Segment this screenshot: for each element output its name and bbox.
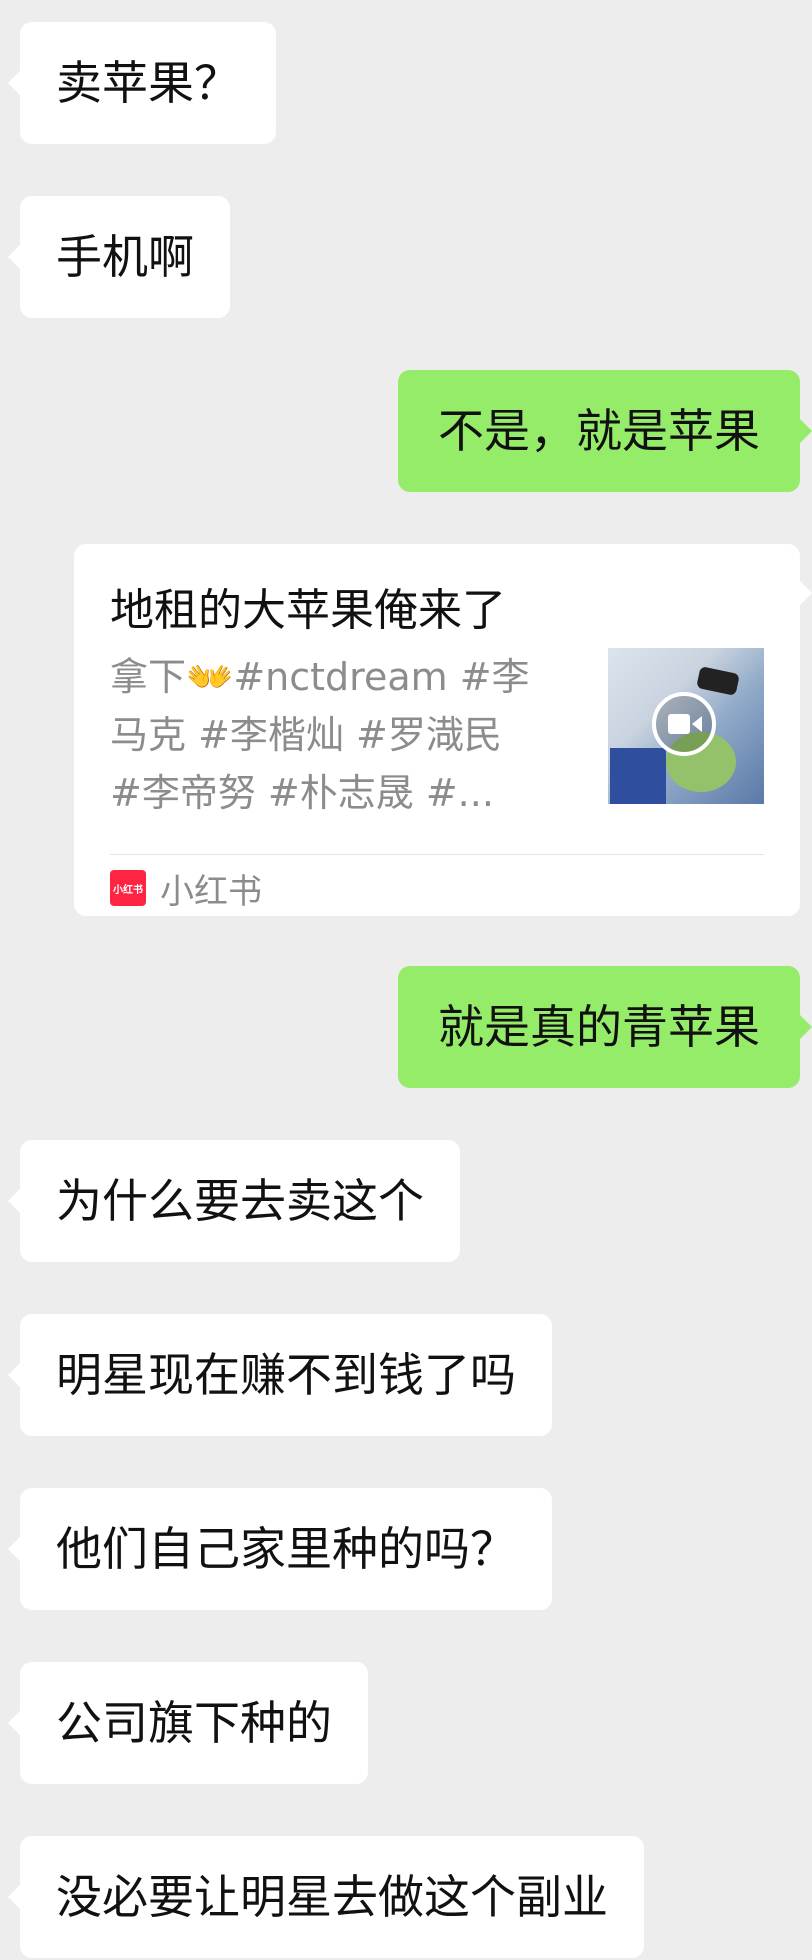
message-text: 公司旗下种的 — [56, 1696, 332, 1750]
message-text: 手机啊 — [56, 230, 194, 284]
message-bubble-incoming[interactable]: 他们自己家里种的吗？ — [8, 1488, 552, 1610]
card-title: 地租的大苹果俺来了 — [110, 585, 506, 636]
message-text: 没必要让明星去做这个副业 — [56, 1870, 608, 1924]
message-text: 明星现在赚不到钱了吗 — [56, 1348, 516, 1402]
message-text: 不是，就是苹果 — [438, 404, 760, 458]
message-bubble-outgoing[interactable]: 不是，就是苹果 — [398, 370, 812, 492]
package-shape — [610, 748, 666, 804]
message-text: 卖苹果？ — [56, 56, 240, 110]
message-bubble-incoming[interactable]: 没必要让明星去做这个副业 — [8, 1836, 644, 1958]
xiaohongshu-logo-icon: 小红书 — [110, 870, 146, 906]
message-bubble-incoming[interactable]: 明星现在赚不到钱了吗 — [8, 1314, 552, 1436]
message-text: 为什么要去卖这个 — [56, 1174, 424, 1228]
video-thumbnail[interactable] — [608, 648, 764, 804]
message-text: 就是真的青苹果 — [438, 1000, 760, 1054]
message-bubble-incoming[interactable]: 卖苹果？ — [8, 22, 276, 144]
card-divider — [110, 854, 764, 855]
video-camera-icon — [652, 692, 716, 756]
card-description: 拿下👐#nctdream #李 马克 #李楷灿 #罗渽民 #李帝努 #朴志晟 #… — [110, 648, 570, 822]
card-description-line: 马克 #李楷灿 #罗渽民 — [110, 713, 502, 757]
message-bubble-incoming[interactable]: 公司旗下种的 — [8, 1662, 368, 1784]
card-description-line: 拿下👐#nctdream #李 — [110, 655, 530, 699]
source-name: 小红书 — [160, 871, 262, 912]
message-bubble-incoming[interactable]: 为什么要去卖这个 — [8, 1140, 460, 1262]
card-description-line: #李帝努 #朴志晟 #... — [110, 771, 494, 815]
message-bubble-incoming[interactable]: 手机啊 — [8, 196, 230, 318]
message-text: 他们自己家里种的吗？ — [56, 1522, 516, 1576]
card-source: 小红书 小红书 — [110, 866, 262, 912]
shared-link-card[interactable]: 地租的大苹果俺来了 拿下👐#nctdream #李 马克 #李楷灿 #罗渽民 #… — [74, 544, 812, 916]
phone-shape — [696, 666, 740, 696]
message-bubble-outgoing[interactable]: 就是真的青苹果 — [398, 966, 812, 1088]
